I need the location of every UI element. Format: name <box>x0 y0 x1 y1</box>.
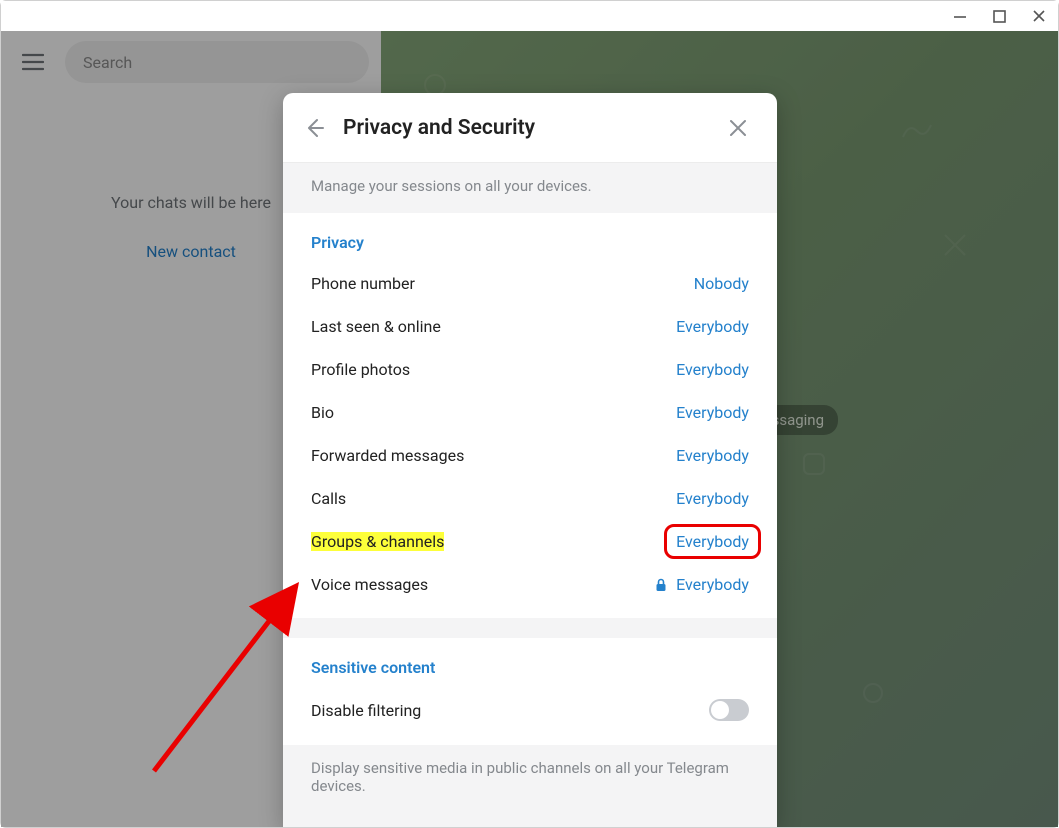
row-value: Everybody <box>676 446 749 465</box>
maximize-button[interactable] <box>993 10 1006 23</box>
section-gap <box>283 618 777 638</box>
row-disable-filtering[interactable]: Disable filtering <box>283 687 777 733</box>
row-voice-messages[interactable]: Voice messages Everybody <box>283 563 777 606</box>
close-window-button[interactable] <box>1032 9 1046 23</box>
row-value: Nobody <box>694 274 749 293</box>
row-label: Groups & channels <box>311 532 444 551</box>
row-bio[interactable]: Bio Everybody <box>283 391 777 434</box>
row-label: Profile photos <box>311 360 410 379</box>
row-forwarded-messages[interactable]: Forwarded messages Everybody <box>283 434 777 477</box>
row-value: Everybody <box>676 532 749 551</box>
modal-content[interactable]: Manage your sessions on all your devices… <box>283 163 777 827</box>
row-calls[interactable]: Calls Everybody <box>283 477 777 520</box>
privacy-section: Privacy Phone number Nobody Last seen & … <box>283 213 777 618</box>
row-value: Everybody <box>654 575 749 594</box>
app-body: Search Your chats will be here New conta… <box>1 31 1058 827</box>
modal-header: Privacy and Security <box>283 93 777 163</box>
row-last-seen[interactable]: Last seen & online Everybody <box>283 305 777 348</box>
sensitive-section: Sensitive content Disable filtering <box>283 638 777 745</box>
sensitive-description: Display sensitive media in public channe… <box>283 745 777 813</box>
modal-title: Privacy and Security <box>343 116 717 140</box>
close-modal-icon[interactable] <box>717 107 759 149</box>
minimize-button[interactable] <box>953 9 967 23</box>
row-profile-photos[interactable]: Profile photos Everybody <box>283 348 777 391</box>
sensitive-heading: Sensitive content <box>283 656 777 687</box>
row-label: Phone number <box>311 274 415 293</box>
row-groups-channels[interactable]: Groups & channels Everybody <box>283 520 777 563</box>
row-phone-number[interactable]: Phone number Nobody <box>283 262 777 305</box>
privacy-heading: Privacy <box>283 231 777 262</box>
row-label: Bio <box>311 403 334 422</box>
row-value: Everybody <box>676 489 749 508</box>
row-value: Everybody <box>676 317 749 336</box>
row-value: Everybody <box>676 403 749 422</box>
row-value: Everybody <box>676 360 749 379</box>
lock-icon <box>654 578 668 592</box>
disable-filtering-toggle[interactable] <box>709 699 749 721</box>
row-label: Disable filtering <box>311 701 421 720</box>
title-bar <box>1 1 1058 31</box>
row-label: Calls <box>311 489 346 508</box>
sessions-description: Manage your sessions on all your devices… <box>283 163 777 213</box>
privacy-settings-modal: Privacy and Security Manage your session… <box>283 93 777 827</box>
back-arrow-icon[interactable] <box>293 107 335 149</box>
row-label: Voice messages <box>311 575 428 594</box>
row-label: Last seen & online <box>311 317 441 336</box>
app-window: Search Your chats will be here New conta… <box>0 0 1059 828</box>
row-label: Forwarded messages <box>311 446 464 465</box>
